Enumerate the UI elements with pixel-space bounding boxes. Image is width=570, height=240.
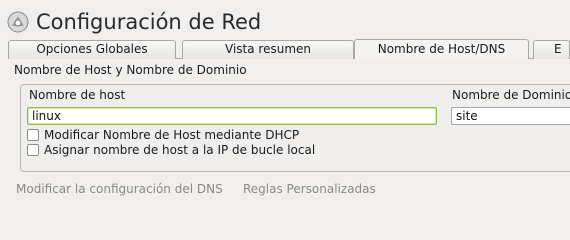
window-title-bar: Configuración de Red xyxy=(6,7,261,37)
page-title: Configuración de Red xyxy=(36,10,262,34)
hostname-input[interactable]: linux xyxy=(27,107,437,125)
custom-rules-link: Reglas Personalizadas xyxy=(243,182,376,196)
dhcp-hostname-checkbox[interactable] xyxy=(27,129,39,141)
section-title: Nombre de Host y Nombre de Dominio xyxy=(14,63,247,77)
loopback-hostname-checkbox-row[interactable]: Asignar nombre de host a la IP de bucle … xyxy=(27,143,315,157)
domain-input[interactable]: site xyxy=(451,107,570,125)
tab-summary-view[interactable]: Vista resumen xyxy=(182,40,354,59)
tab-next[interactable]: E xyxy=(533,40,570,59)
network-config-icon xyxy=(6,10,30,34)
tab-hostname-dns[interactable]: Nombre de Host/DNS xyxy=(354,39,529,59)
tab-bar: Opciones Globales Vista resumen Nombre d… xyxy=(8,39,570,59)
tab-global-options[interactable]: Opciones Globales xyxy=(8,40,176,59)
hostname-label: Nombre de host xyxy=(29,88,126,102)
dhcp-hostname-label: Modificar Nombre de Host mediante DHCP xyxy=(44,128,300,142)
hostname-group: Nombre de host linux Nombre de Dominio s… xyxy=(20,84,570,172)
loopback-hostname-checkbox[interactable] xyxy=(27,144,39,156)
domain-label: Nombre de Dominio xyxy=(452,88,570,102)
modify-dns-link: Modificar la configuración del DNS xyxy=(16,182,223,196)
dhcp-hostname-checkbox-row[interactable]: Modificar Nombre de Host mediante DHCP xyxy=(27,128,299,142)
loopback-hostname-label: Asignar nombre de host a la IP de bucle … xyxy=(44,143,316,157)
